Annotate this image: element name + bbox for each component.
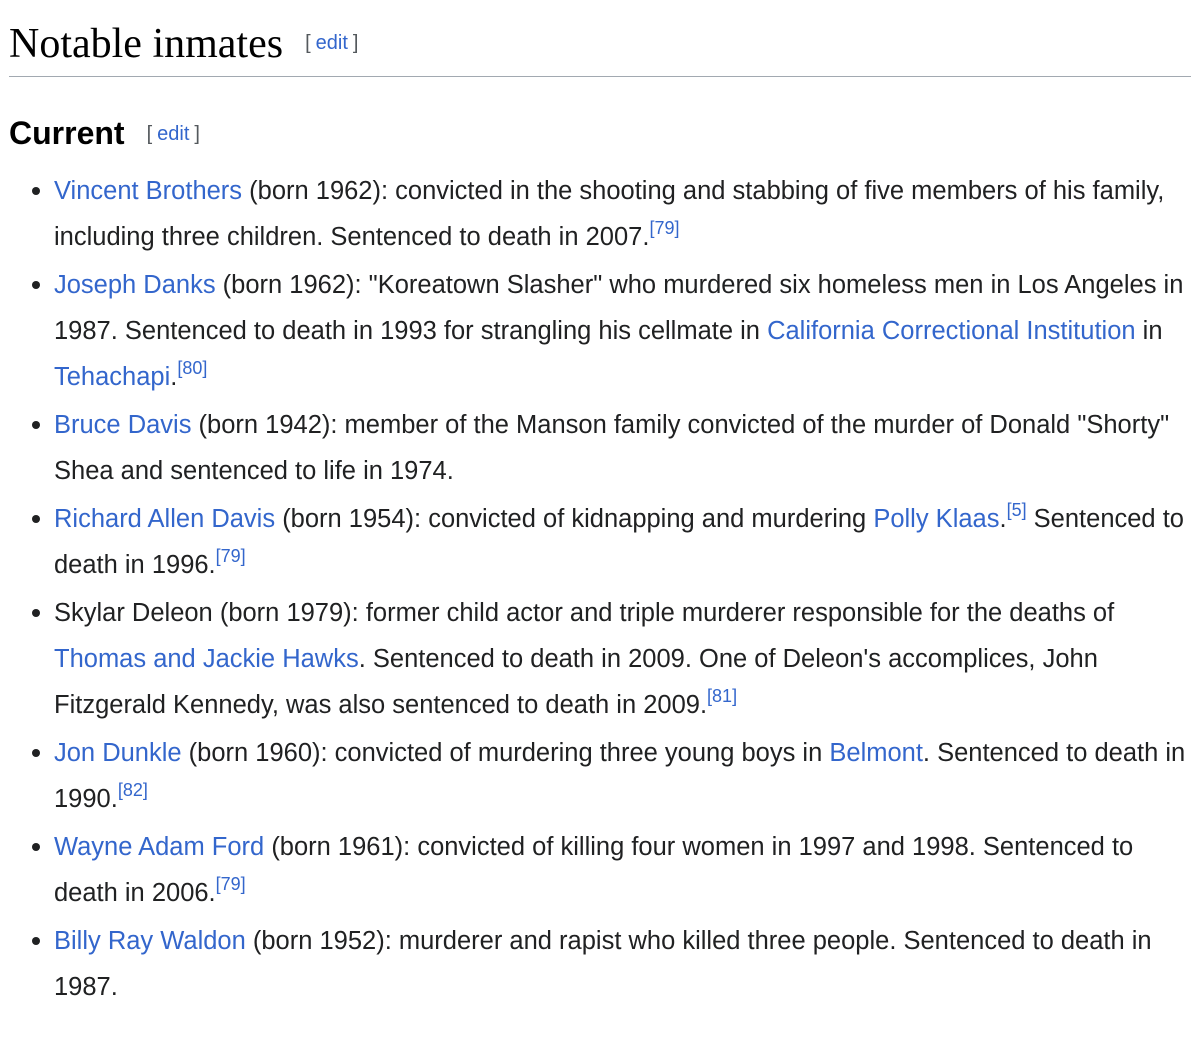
bullet-icon	[32, 187, 40, 195]
subsection-title: Current	[9, 115, 125, 151]
section-title: Notable inmates	[9, 21, 284, 67]
inmate-link[interactable]: Vincent Brothers	[54, 177, 242, 205]
list-item: Jon Dunkle (born 1960): convicted of mur…	[32, 730, 1194, 822]
list-item-text: (born 1960): convicted of murdering thre…	[181, 739, 830, 767]
inmate-link[interactable]: Billy Ray Waldon	[54, 927, 246, 955]
inmate-link[interactable]: Richard Allen Davis	[54, 505, 275, 533]
section-heading-notable-inmates: Notable inmates [edit]	[9, 14, 1191, 77]
edit-bracket-close: ]	[194, 123, 200, 145]
list-item: Bruce Davis (born 1942): member of the M…	[32, 402, 1194, 494]
inmate-link[interactable]: Jon Dunkle	[54, 739, 182, 767]
place-link[interactable]: Tehachapi	[54, 363, 170, 391]
reference-link[interactable]: [79]	[216, 874, 246, 894]
list-item-text: in	[1135, 317, 1163, 345]
institution-link[interactable]: California Correctional Institution	[767, 317, 1136, 345]
bullet-icon	[32, 749, 40, 757]
edit-link[interactable]: edit	[316, 32, 348, 54]
edit-bracket-open: [	[146, 123, 153, 145]
list-item-text: (born 1954): convicted of kidnapping and…	[275, 505, 874, 533]
edit-bracket-close: ]	[352, 32, 359, 54]
reference-link[interactable]: [79]	[216, 546, 246, 566]
reference: [79]	[216, 874, 246, 894]
reference: [79]	[649, 218, 679, 238]
bullet-icon	[32, 515, 40, 523]
section-edit-link-group: [edit]	[305, 32, 358, 54]
list-item: Wayne Adam Ford (born 1961): convicted o…	[32, 824, 1194, 916]
reference-link[interactable]: [80]	[177, 358, 207, 378]
reference-link[interactable]: [5]	[1007, 500, 1027, 520]
reference: [80]	[177, 358, 207, 378]
reference: [79]	[216, 546, 246, 566]
victim-link[interactable]: Thomas and Jackie Hawks	[54, 645, 359, 673]
edit-bracket-open: [	[305, 32, 311, 54]
bullet-icon	[32, 937, 40, 945]
inmate-link[interactable]: Wayne Adam Ford	[54, 833, 264, 861]
list-item: Joseph Danks (born 1962): "Koreatown Sla…	[32, 262, 1194, 400]
subsection-edit-link-group: [edit]	[147, 123, 200, 145]
reference: [82]	[118, 780, 148, 800]
edit-link[interactable]: edit	[157, 123, 189, 145]
list-item-text: Skylar Deleon (born 1979): former child …	[54, 599, 1115, 627]
list-item-text: (born 1942): member of the Manson family…	[54, 411, 1170, 485]
list-item: Billy Ray Waldon (born 1952): murderer a…	[32, 918, 1194, 1010]
bullet-icon	[32, 843, 40, 851]
list-item: Skylar Deleon (born 1979): former child …	[32, 590, 1194, 728]
bullet-icon	[32, 281, 40, 289]
reference: [81]	[707, 686, 737, 706]
victim-link[interactable]: Polly Klaas	[873, 505, 999, 533]
list-item: Vincent Brothers (born 1962): convicted …	[32, 168, 1194, 260]
bullet-icon	[32, 609, 40, 617]
place-link[interactable]: Belmont	[829, 739, 923, 767]
reference: [5]	[1007, 500, 1027, 520]
list-item: Richard Allen Davis (born 1954): convict…	[32, 496, 1194, 588]
inmate-link[interactable]: Joseph Danks	[54, 271, 216, 299]
reference-link[interactable]: [82]	[118, 780, 148, 800]
inmate-list: Vincent Brothers (born 1962): convicted …	[32, 168, 1194, 1012]
subsection-heading-current: Current [edit]	[9, 110, 200, 157]
inmate-link[interactable]: Bruce Davis	[54, 411, 191, 439]
bullet-icon	[32, 421, 40, 429]
reference-link[interactable]: [79]	[649, 218, 679, 238]
list-item-text: .	[999, 505, 1007, 533]
reference-link[interactable]: [81]	[707, 686, 737, 706]
